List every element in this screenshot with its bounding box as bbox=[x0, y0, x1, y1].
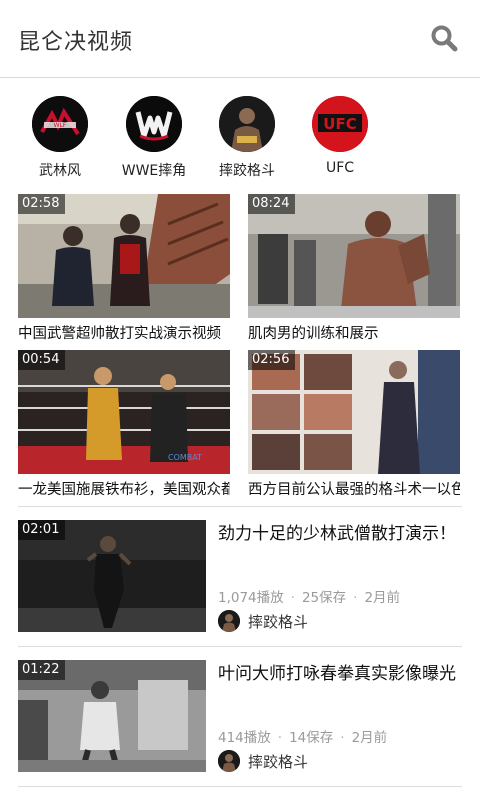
meta-separator: · bbox=[340, 730, 345, 746]
save-count: 25保存 bbox=[301, 590, 347, 606]
video-meta: 1,074播放 · 25保存 · 2月前 bbox=[218, 586, 400, 606]
ufc-logo-icon: UFC bbox=[312, 96, 368, 152]
save-count: 14保存 bbox=[289, 730, 334, 746]
video-thumbnail[interactable]: COMBAT 00:54 bbox=[18, 350, 230, 474]
video-duration: 00:54 bbox=[18, 350, 66, 370]
svg-text:UFC: UFC bbox=[323, 115, 356, 133]
divider bbox=[18, 646, 462, 647]
search-icon[interactable] bbox=[430, 24, 458, 52]
category-row: WLF 武林风 WWE摔角 摔跤格斗 UFC UFC bbox=[0, 80, 480, 180]
video-duration: 08:24 bbox=[248, 194, 296, 214]
app-header: 昆仑决视频 bbox=[0, 0, 480, 78]
video-list-item[interactable]: 01:22 叶问大师打咏春拳真实影像曝光 414播放 · 14保存 · 2月前 摔跤格斗 bbox=[18, 660, 462, 776]
category-label: 摔跤格斗 bbox=[219, 163, 275, 179]
category-ufc[interactable]: UFC UFC bbox=[292, 96, 388, 176]
divider bbox=[18, 506, 462, 507]
video-thumbnail[interactable]: 01:22 bbox=[18, 660, 206, 772]
video-thumbnail[interactable]: 02:58 bbox=[18, 194, 230, 318]
video-card[interactable]: 02:58 中国武警超帅散打实战演示视频 bbox=[18, 194, 230, 344]
video-card[interactable]: COMBAT 00:54 一龙美国施展铁布衫，美国观众都惊呆了 bbox=[18, 350, 230, 500]
category-label: WWE摔角 bbox=[121, 163, 187, 179]
play-count: 1,074播放 bbox=[218, 590, 284, 606]
video-card[interactable]: 02:56 西方目前公认最强的格斗术一以色列格斗术 bbox=[248, 350, 460, 500]
video-title[interactable]: 一龙美国施展铁布衫，美国观众都惊呆了 bbox=[18, 480, 230, 500]
category-wwe[interactable]: WWE摔角 bbox=[106, 96, 202, 180]
video-duration: 02:56 bbox=[248, 350, 296, 370]
video-list-item[interactable]: 02:01 劲力十足的少林武僧散打演示！ 1,074播放 · 25保存 · 2月前 摔跤… bbox=[18, 520, 462, 636]
video-meta: 414播放 · 14保存 · 2月前 bbox=[218, 726, 387, 746]
channel-name: 摔跤格斗 bbox=[248, 613, 309, 631]
video-title[interactable]: 西方目前公认最强的格斗术一以色列格斗术 bbox=[248, 480, 460, 500]
video-card[interactable]: 08:24 肌肉男的训练和展示 bbox=[248, 194, 460, 344]
channel-name: 摔跤格斗 bbox=[248, 753, 309, 771]
video-title[interactable]: 肌肉男的训练和展示 bbox=[248, 324, 460, 344]
video-title[interactable]: 叶问大师打咏春拳真实影像曝光 bbox=[218, 662, 464, 687]
meta-separator: · bbox=[277, 730, 283, 746]
wrestler-avatar-icon bbox=[219, 96, 275, 152]
upload-time: 2月前 bbox=[351, 730, 388, 746]
video-duration: 02:01 bbox=[18, 520, 66, 540]
channel-avatar-icon bbox=[218, 610, 240, 632]
meta-separator: · bbox=[290, 590, 295, 606]
svg-text:COMBAT: COMBAT bbox=[168, 453, 202, 462]
meta-separator: · bbox=[353, 590, 358, 606]
play-count: 414播放 bbox=[218, 730, 271, 746]
channel-avatar-icon bbox=[218, 750, 240, 772]
wulinfeng-logo-icon: WLF bbox=[32, 96, 88, 152]
category-label: UFC bbox=[325, 160, 355, 176]
video-thumbnail[interactable]: 08:24 bbox=[248, 194, 460, 318]
wwe-logo-icon bbox=[126, 96, 182, 152]
video-thumbnail[interactable]: 02:56 bbox=[248, 350, 460, 474]
video-duration: 01:22 bbox=[18, 660, 66, 680]
svg-text:WLF: WLF bbox=[54, 122, 67, 129]
upload-time: 2月前 bbox=[364, 590, 401, 606]
video-title[interactable]: 中国武警超帅散打实战演示视频 bbox=[18, 324, 230, 344]
video-thumbnail[interactable]: 02:01 bbox=[18, 520, 206, 632]
category-label: 武林风 bbox=[39, 163, 81, 179]
category-wrestling[interactable]: 摔跤格斗 bbox=[199, 96, 295, 180]
video-title[interactable]: 劲力十足的少林武僧散打演示！ bbox=[218, 522, 464, 547]
category-wulinfeng[interactable]: WLF 武林风 bbox=[12, 96, 108, 180]
video-duration: 02:58 bbox=[18, 194, 66, 214]
page-title: 昆仑决视频 bbox=[18, 30, 134, 55]
divider bbox=[18, 786, 462, 787]
